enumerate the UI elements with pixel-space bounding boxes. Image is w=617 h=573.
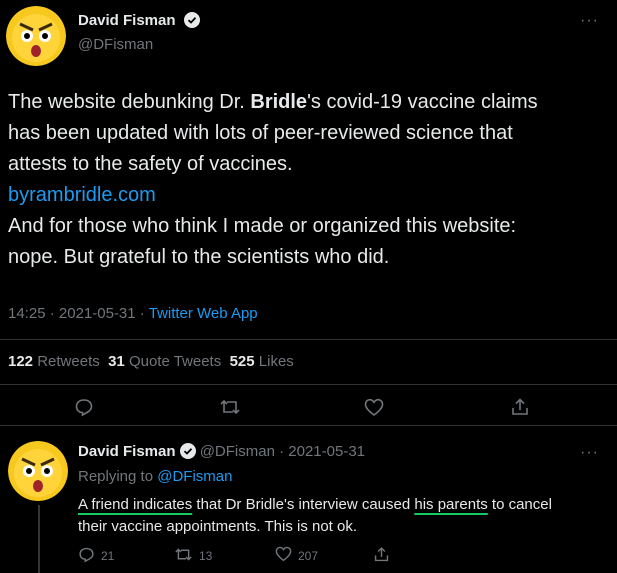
- thread-line: [38, 505, 40, 573]
- reply-header: David Fisman @DFisman · 2021-05-31: [78, 443, 365, 463]
- more-icon[interactable]: ···: [580, 13, 599, 29]
- likes-stat[interactable]: 525 Likes: [230, 353, 294, 370]
- quote-tweets-stat[interactable]: 31 Quote Tweets: [108, 353, 221, 370]
- retweet-count: 13: [199, 549, 213, 563]
- share-icon: [373, 546, 390, 566]
- replying-to-handle[interactable]: @DFisman: [157, 468, 232, 485]
- like-icon: [275, 546, 292, 565]
- retweet-icon: [174, 546, 193, 566]
- tweet-time[interactable]: 14:25: [8, 305, 46, 322]
- tweet-line-1: The website debunking Dr. Bridle's covid…: [8, 91, 538, 113]
- retweets-stat[interactable]: 122 Retweets: [8, 353, 100, 370]
- retweet-action[interactable]: 13: [174, 546, 212, 566]
- reply-line-1: A friend indicates that Dr Bridle's inte…: [78, 496, 552, 513]
- tweet-stats: 122 Retweets 31 Quote Tweets 525 Likes: [8, 353, 294, 370]
- share-action[interactable]: [373, 546, 390, 566]
- tweet-line-4: And for those who think I made or organi…: [8, 215, 517, 237]
- tweet-source[interactable]: Twitter Web App: [149, 305, 258, 322]
- like-icon[interactable]: [364, 398, 384, 422]
- author-header: David Fisman @DFisman: [78, 12, 200, 53]
- tweet-line-3: attests to the safety of vaccines.: [8, 153, 293, 175]
- tweet-body: The website debunking Dr. Bridle's covid…: [8, 87, 608, 273]
- tweet-line-5: nope. But grateful to the scientists who…: [8, 246, 390, 268]
- reply-author-avatar[interactable]: [8, 441, 68, 501]
- reply-action[interactable]: 21: [78, 546, 114, 566]
- reply-author-name[interactable]: David Fisman: [78, 443, 176, 460]
- tweet-date[interactable]: 2021-05-31: [59, 305, 136, 322]
- author-handle[interactable]: @DFisman: [78, 36, 200, 53]
- like-count: 207: [298, 548, 319, 563]
- tweet-line-2: has been updated with lots of peer-revie…: [8, 122, 513, 144]
- share-icon[interactable]: [510, 397, 530, 422]
- reply-date[interactable]: 2021-05-31: [288, 443, 365, 460]
- verified-badge-icon: [179, 443, 196, 463]
- retweet-icon[interactable]: [219, 397, 241, 422]
- reply-icon[interactable]: [74, 397, 94, 422]
- replying-to: Replying to @DFisman: [78, 468, 233, 485]
- reply-text: A friend indicates that Dr Bridle's inte…: [78, 494, 608, 538]
- reply-author-handle[interactable]: @DFisman: [200, 443, 275, 460]
- like-action[interactable]: 207: [275, 546, 318, 565]
- author-name[interactable]: David Fisman: [78, 12, 176, 29]
- reply-line-2: their vaccine appointments. This is not …: [78, 518, 358, 535]
- tweet-link[interactable]: byrambridle.com: [8, 180, 608, 211]
- more-icon[interactable]: ···: [580, 445, 599, 461]
- reply-count: 21: [101, 549, 115, 563]
- tweet-meta: 14:25 · 2021-05-31 · Twitter Web App: [8, 305, 258, 322]
- author-avatar[interactable]: [6, 6, 66, 66]
- verified-badge-icon: [183, 12, 200, 33]
- reply-icon: [78, 546, 95, 566]
